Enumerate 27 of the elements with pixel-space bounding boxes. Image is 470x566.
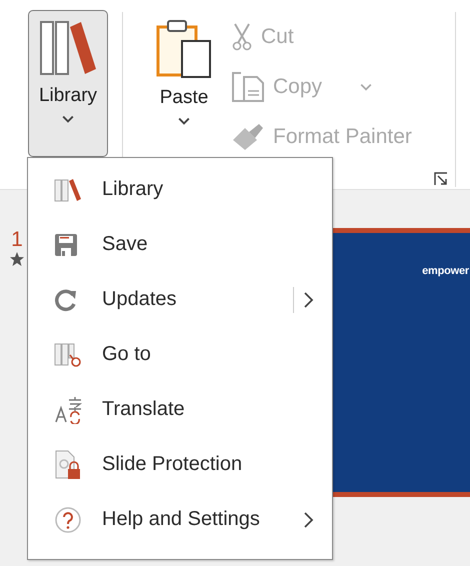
slide-number: 1 (11, 228, 23, 252)
caret-icon (178, 117, 190, 125)
books-icon (39, 19, 97, 77)
menu-item[interactable]: Translate (28, 382, 332, 437)
translate-icon (54, 396, 84, 424)
caret-icon (360, 83, 372, 91)
caret-icon (62, 115, 74, 123)
chevron-right-icon (304, 512, 314, 528)
scissors-icon (231, 23, 253, 51)
copy-icon (231, 71, 265, 103)
menu-item[interactable]: Save (28, 217, 332, 272)
locked-document-icon (54, 450, 82, 480)
slide-text: empower (422, 265, 469, 279)
menu-item[interactable]: Go to (28, 327, 332, 382)
dialog-launcher-icon[interactable] (434, 172, 448, 186)
chevron-right-icon (304, 292, 314, 308)
help-icon (54, 506, 82, 534)
paintbrush-icon (231, 122, 265, 152)
menu-item[interactable]: Help and Settings (28, 492, 332, 547)
menu-item[interactable]: Slide Protection (28, 437, 332, 492)
library-button[interactable]: Library (28, 10, 108, 157)
refresh-icon (54, 288, 78, 312)
books-icon (54, 178, 84, 202)
paste-button[interactable]: Paste (149, 10, 219, 157)
menu-item[interactable]: Updates (28, 272, 332, 327)
menu-item[interactable]: Library (28, 162, 332, 217)
clipboard-icon (156, 19, 212, 79)
